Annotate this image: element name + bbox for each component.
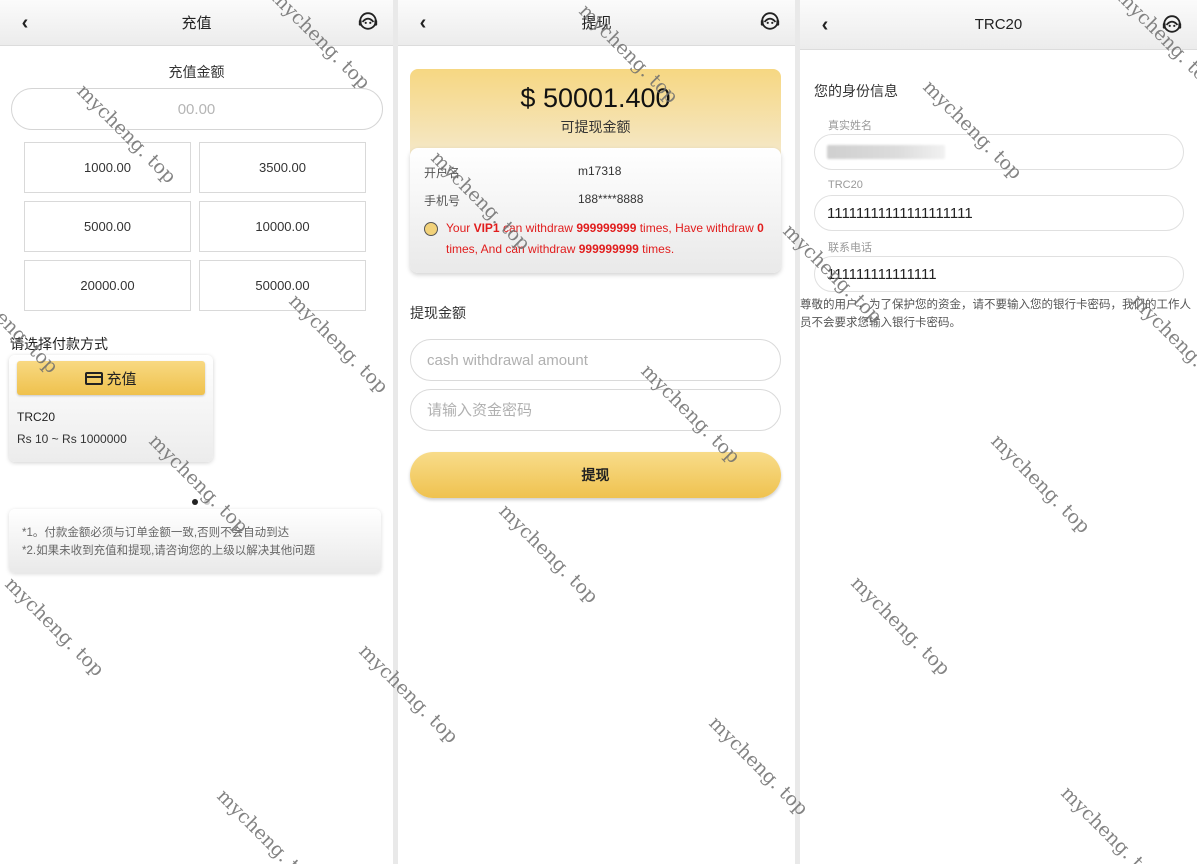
identity-section-title: 您的身份信息 bbox=[814, 83, 898, 99]
pay-method-label: 请选择付款方式 bbox=[10, 336, 108, 352]
trc20-address-field[interactable]: 11111111111111111111 bbox=[814, 195, 1184, 231]
fund-password-input[interactable] bbox=[410, 389, 781, 431]
balance-amount: $ 50001.400 bbox=[520, 83, 671, 113]
navbar: ‹ 充值 bbox=[0, 0, 393, 46]
contact-phone-label: 联系电话 bbox=[828, 242, 872, 254]
preset-amount-option[interactable]: 10000.00 bbox=[199, 201, 366, 252]
credit-card-icon bbox=[85, 371, 104, 385]
note-line: *1。付款金额必须与订单金额一致,否则不会自动到达 bbox=[22, 527, 290, 539]
vip-msg-text: can withdraw bbox=[499, 221, 577, 235]
vip-msg-text: times, And can withdraw bbox=[446, 242, 579, 256]
preset-amount-option[interactable]: 3500.00 bbox=[199, 142, 366, 193]
back-arrow-icon[interactable]: ‹ bbox=[412, 12, 434, 34]
carousel-dot[interactable] bbox=[204, 499, 210, 505]
trc20-screen: ‹ TRC20 您的身份信息 真实姓名 TRC20 11111111111111… bbox=[800, 0, 1197, 864]
back-arrow-icon[interactable]: ‹ bbox=[14, 12, 36, 34]
account-name-label: 开户名 bbox=[424, 166, 461, 180]
page-title: 充值 bbox=[181, 15, 212, 32]
recharge-notes: *1。付款金额必须与订单金额一致,否则不会自动到达 *2.如果未收到充值和提现,… bbox=[9, 509, 381, 573]
security-warning: 尊敬的用户，为了保护您的资金，请不要输入您的银行卡密码，我们的工作人员不会要求您… bbox=[800, 299, 1191, 329]
real-name-label: 真实姓名 bbox=[828, 120, 872, 132]
recharge-button[interactable]: 充值 bbox=[17, 361, 205, 395]
withdraw-amount-input[interactable] bbox=[410, 339, 781, 381]
navbar: ‹ 提现 bbox=[398, 0, 795, 46]
preset-amount-option[interactable]: 20000.00 bbox=[24, 260, 191, 311]
payment-channel-card[interactable]: 充值 TRC20 Rs 10 ~ Rs 1000000 bbox=[9, 355, 213, 462]
note-line: *2.如果未收到充值和提现,请咨询您的上级以解决其他问题 bbox=[22, 545, 316, 557]
account-info-card: 开户名 m17318 手机号 188****8888 Your VIP1 can… bbox=[410, 148, 781, 273]
withdraw-amount-label: 提现金额 bbox=[410, 305, 466, 321]
customer-service-icon[interactable] bbox=[357, 10, 379, 32]
vip-msg-text: times. bbox=[638, 242, 675, 256]
phone-value: 188****8888 bbox=[578, 192, 644, 206]
page-title: 提现 bbox=[581, 15, 612, 32]
redacted-name bbox=[827, 145, 945, 159]
carousel-dot-active[interactable] bbox=[192, 499, 198, 505]
withdraw-remaining: 999999999 bbox=[578, 242, 639, 256]
recharge-button-label: 充值 bbox=[106, 370, 137, 388]
recharge-screen: ‹ 充值 充值金额 1000.00 3500.00 5000.00 10000.… bbox=[0, 0, 393, 864]
vip-msg-text: times, Have withdraw bbox=[636, 221, 758, 235]
real-name-field[interactable] bbox=[814, 134, 1184, 170]
navbar: ‹ TRC20 bbox=[800, 0, 1197, 50]
vip-msg-text: Your bbox=[446, 221, 474, 235]
preset-amount-grid: 1000.00 3500.00 5000.00 10000.00 20000.0… bbox=[24, 142, 366, 311]
back-arrow-icon[interactable]: ‹ bbox=[814, 14, 836, 36]
channel-name: TRC20 bbox=[17, 410, 56, 424]
withdraw-done: 0 bbox=[757, 221, 764, 235]
customer-service-icon[interactable] bbox=[1161, 13, 1183, 35]
vip-radio-icon[interactable] bbox=[424, 222, 438, 236]
withdraw-limit: 999999999 bbox=[576, 221, 637, 235]
channel-range: Rs 10 ~ Rs 1000000 bbox=[17, 432, 127, 446]
screenshot-stage: ‹ 充值 充值金额 1000.00 3500.00 5000.00 10000.… bbox=[0, 0, 1197, 864]
preset-amount-option[interactable]: 5000.00 bbox=[24, 201, 191, 252]
page-title: TRC20 bbox=[974, 16, 1023, 33]
vip-withdraw-message: Your VIP1 can withdraw 999999999 times, … bbox=[446, 218, 771, 260]
amount-input[interactable] bbox=[10, 88, 383, 130]
vip-level: VIP1 bbox=[473, 221, 500, 235]
withdraw-screen: ‹ 提现 $ 50001.400 可提现金额 开户名 m17318 手机号 18… bbox=[398, 0, 795, 864]
withdraw-submit-button[interactable]: 提现 bbox=[410, 452, 781, 498]
phone-label: 手机号 bbox=[424, 194, 461, 208]
account-name-value: m17318 bbox=[578, 164, 622, 178]
preset-amount-option[interactable]: 1000.00 bbox=[24, 142, 191, 193]
preset-amount-option[interactable]: 50000.00 bbox=[199, 260, 366, 311]
contact-phone-field[interactable]: 111111111111111 bbox=[814, 256, 1184, 292]
trc20-address-label: TRC20 bbox=[828, 179, 863, 191]
amount-label: 充值金额 bbox=[168, 64, 225, 80]
balance-label: 可提现金额 bbox=[560, 119, 631, 135]
customer-service-icon[interactable] bbox=[759, 10, 781, 32]
